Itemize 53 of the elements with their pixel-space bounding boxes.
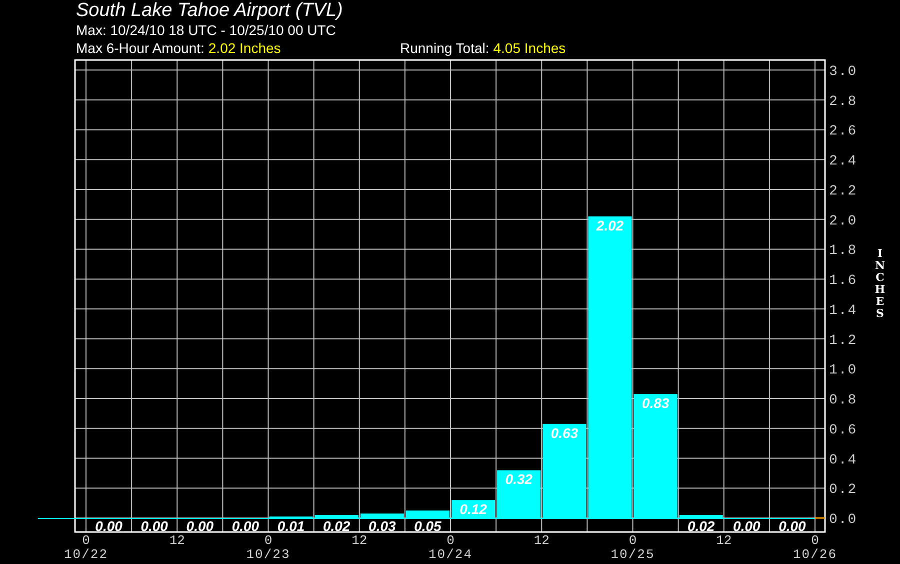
- x-tick-label: 12: [169, 533, 185, 548]
- y-tick-label: 0.6: [829, 422, 858, 438]
- bar-value: 0.00: [140, 518, 168, 534]
- y-tick-label: 2.6: [829, 124, 858, 140]
- y-tick-label: 2.0: [829, 213, 858, 230]
- bar-value: 0.00: [733, 518, 760, 534]
- bar-value: 0.01: [277, 518, 305, 534]
- stat-label: Running Total:: [400, 39, 490, 57]
- y-tick-label: 0.4: [829, 452, 858, 468]
- y-tick-label: 1.8: [829, 243, 858, 260]
- bar-value: 2.02: [596, 217, 624, 234]
- bar-value: 0.00: [95, 518, 122, 534]
- bar-value: 0.05: [414, 518, 442, 534]
- bar-value: 0.00: [232, 518, 260, 534]
- y-tick-label: 1.6: [829, 273, 858, 290]
- x-tick-label: 0: [82, 533, 90, 548]
- bar-value: 0.83: [642, 395, 670, 412]
- stat-value: 2.02 Inches: [208, 39, 281, 57]
- bar-value: 0.03: [368, 518, 396, 534]
- y-tick-label: 0.2: [829, 482, 858, 498]
- x-tick-label: 12: [716, 533, 732, 548]
- stat-value: 4.05 Inches: [493, 39, 566, 57]
- bar-value: 0.02: [322, 518, 350, 534]
- y-tick-label: 0.0: [829, 512, 858, 528]
- y-tick-label: 2.4: [829, 154, 858, 170]
- bar-value: 0.02: [687, 518, 715, 534]
- max-period: Max: 10/24/10 18 UTC - 10/25/10 00 UTC: [76, 21, 337, 39]
- x-tick-label: 0: [264, 533, 272, 548]
- date-label: 10/22: [64, 547, 108, 562]
- date-label: 10/25: [610, 547, 655, 562]
- bar-value: 0.32: [505, 471, 532, 488]
- date-label: 10/26: [793, 547, 837, 562]
- bar-value: 0.63: [550, 424, 578, 441]
- chart-title: South Lake Tahoe Airport (TVL): [76, 0, 344, 21]
- y-tick-label: 1.2: [829, 332, 858, 349]
- bar-value: 0.00: [186, 518, 214, 534]
- date-label: 10/23: [246, 547, 290, 562]
- y-tick-label: 2.2: [829, 183, 858, 200]
- x-tick-label: 12: [352, 533, 368, 548]
- y-tick-label: 1.4: [829, 302, 858, 319]
- bar-value: 0.12: [460, 501, 487, 518]
- bar-value: 0.00: [778, 518, 806, 534]
- x-tick-label: 12: [534, 533, 550, 548]
- x-tick-label: 0: [628, 533, 637, 548]
- x-tick-label: 0: [446, 533, 454, 548]
- y-tick-label: 3.0: [829, 64, 858, 80]
- y-tick-label: 0.8: [829, 392, 858, 409]
- date-label: 10/24: [428, 547, 472, 562]
- y-axis-label: INCHES: [874, 248, 886, 322]
- y-tick-label: 2.8: [829, 94, 858, 110]
- y-tick-label: 1.0: [829, 362, 858, 379]
- stat-label: Max 6-Hour Amount:: [76, 39, 204, 57]
- x-tick-label: 0: [811, 533, 819, 548]
